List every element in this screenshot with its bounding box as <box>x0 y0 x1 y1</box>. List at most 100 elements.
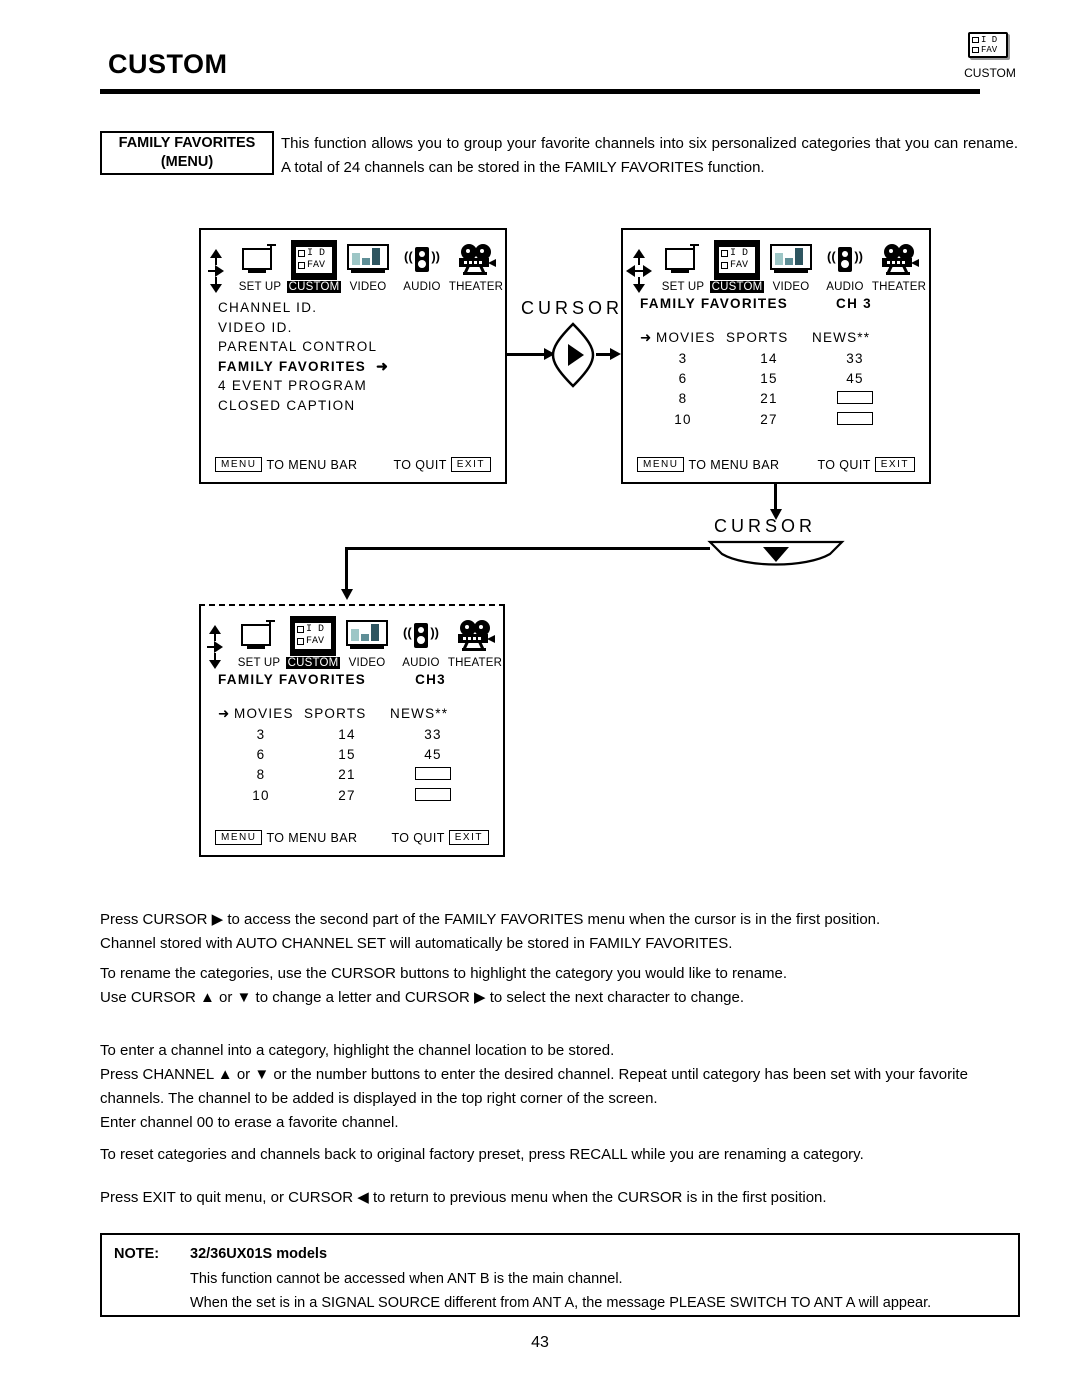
cursor-down-label: CURSOR <box>714 516 817 536</box>
menubar-item-setup[interactable]: SET UP <box>232 616 286 669</box>
menu-icon-bar: SET UP I D FAV CUSTOM VIDEO (()) AUDIO T… <box>201 616 503 669</box>
cell-news-4[interactable] <box>390 788 476 804</box>
tv-antenna-icon <box>239 620 279 652</box>
screen2-footer: MENU TO MENU BAR TO QUIT EXIT <box>637 457 915 472</box>
menubar-item-custom[interactable]: I D FAV CUSTOM <box>709 240 765 293</box>
menubar-item-audio[interactable]: (()) AUDIO <box>818 240 872 293</box>
menu-row-channel-id[interactable]: CHANNEL ID. <box>218 298 389 318</box>
custom-menu-list: CHANNEL ID. VIDEO ID. PARENTAL CONTROL F… <box>218 298 389 416</box>
p2-line1: To rename the categories, use the CURSOR… <box>100 965 788 982</box>
column-header-sports[interactable]: SPORTS <box>304 706 390 722</box>
cursor-arrow-icon: ➜ <box>640 330 653 345</box>
cell-sports-3[interactable]: 21 <box>726 391 812 407</box>
menubar-item-setup[interactable]: SET UP <box>233 240 287 293</box>
menubar-label-audio: AUDIO <box>403 281 441 293</box>
nav-arrows-up-right-down <box>202 625 228 669</box>
menubar-item-audio[interactable]: (()) AUDIO <box>395 240 449 293</box>
cell-sports-1[interactable]: 14 <box>304 727 390 742</box>
menubar-label-custom: CUSTOM <box>709 281 765 293</box>
cell-sports-3[interactable]: 21 <box>304 767 390 783</box>
empty-channel-slot[interactable] <box>415 767 451 780</box>
menubar-item-theater[interactable]: THEATER <box>449 240 503 293</box>
video-bars-icon <box>347 244 389 276</box>
screen3-channel: CH3 <box>415 672 446 687</box>
empty-channel-slot[interactable] <box>415 788 451 801</box>
cell-sports-2[interactable]: 15 <box>726 371 812 386</box>
cell-news-3[interactable] <box>812 391 898 407</box>
menu-row-4-event-program[interactable]: 4 EVENT PROGRAM <box>218 376 389 396</box>
cell-news-1[interactable]: 33 <box>812 351 898 366</box>
title-divider <box>100 89 980 94</box>
column-header-sports[interactable]: SPORTS <box>726 330 812 346</box>
cell-sports-4[interactable]: 27 <box>304 788 390 804</box>
nav-arrows-four-way <box>626 249 652 293</box>
page-number: 43 <box>531 1334 549 1351</box>
menu-key-button[interactable]: MENU <box>215 830 263 845</box>
menu-row-parental-control[interactable]: PARENTAL CONTROL <box>218 337 389 357</box>
menubar-item-custom[interactable]: I D FAV CUSTOM <box>286 240 342 293</box>
menu-key-button[interactable]: MENU <box>637 457 685 472</box>
film-projector-icon <box>455 244 497 276</box>
menubar-label-setup: SET UP <box>238 281 282 293</box>
column-header-movies[interactable]: ➜ MOVIES <box>218 706 304 722</box>
empty-channel-slot[interactable] <box>837 412 873 425</box>
cell-movies-2[interactable]: 6 <box>218 747 304 762</box>
video-bars-icon <box>346 620 388 652</box>
cell-news-1[interactable]: 33 <box>390 727 476 742</box>
paragraph-5: Press EXIT to quit menu, or CURSOR ◀ to … <box>100 1186 1020 1210</box>
empty-channel-slot[interactable] <box>837 391 873 404</box>
menubar-item-audio[interactable]: (()) AUDIO <box>394 616 448 669</box>
p4-line1: To reset categories and channels back to… <box>100 1146 864 1163</box>
menubar-item-setup[interactable]: SET UP <box>656 240 710 293</box>
menubar-item-custom[interactable]: I D FAV CUSTOM <box>285 616 341 669</box>
menubar-label-setup: SET UP <box>237 657 281 669</box>
cell-sports-4[interactable]: 27 <box>726 412 812 428</box>
note-line1: This function cannot be accessed when AN… <box>190 1271 623 1287</box>
cell-movies-1[interactable]: 3 <box>640 351 726 366</box>
cell-sports-2[interactable]: 15 <box>304 747 390 762</box>
flow-line-1 <box>507 353 545 356</box>
menubar-item-video[interactable]: VIDEO <box>340 616 394 669</box>
id-square-icon <box>972 37 979 44</box>
cell-news-2[interactable]: 45 <box>812 371 898 386</box>
column-header-news[interactable]: NEWS** <box>390 706 476 722</box>
table-row: 8 21 <box>640 391 922 407</box>
screen2-title-row: FAMILY FAVORITES CH 3 <box>640 296 912 311</box>
cell-movies-3[interactable]: 8 <box>640 391 726 407</box>
exit-key-button[interactable]: EXIT <box>874 457 915 472</box>
tv-antenna-icon <box>663 244 703 276</box>
cell-movies-4[interactable]: 10 <box>640 412 726 428</box>
screen1-footer: MENU TO MENU BAR TO QUIT EXIT <box>215 457 491 472</box>
cell-news-3[interactable] <box>390 767 476 783</box>
menubar-item-theater[interactable]: THEATER <box>448 616 502 669</box>
menubar-label-audio: AUDIO <box>826 281 864 293</box>
menu-row-video-id[interactable]: VIDEO ID. <box>218 318 389 338</box>
exit-key-button[interactable]: EXIT <box>448 830 489 845</box>
cell-news-2[interactable]: 45 <box>390 747 476 762</box>
menu-row-family-favorites[interactable]: FAMILY FAVORITES ➜ <box>218 357 389 377</box>
tv-antenna-icon <box>240 244 280 276</box>
menubar-item-theater[interactable]: THEATER <box>872 240 926 293</box>
menubar-item-video[interactable]: VIDEO <box>764 240 818 293</box>
table-row: 10 27 <box>218 788 496 804</box>
quit-text: TO QUIT <box>817 457 871 472</box>
menu-key-button[interactable]: MENU <box>215 457 263 472</box>
cursor-right-label: CURSOR <box>521 298 624 318</box>
menubar-label-theater: THEATER <box>447 657 503 669</box>
tv-screen-family-favorites-bottom: SET UP I D FAV CUSTOM VIDEO (()) AUDIO T… <box>199 604 505 857</box>
flow-line-5 <box>345 547 348 593</box>
menubar-label-audio: AUDIO <box>402 657 440 669</box>
cell-news-4[interactable] <box>812 412 898 428</box>
cell-movies-1[interactable]: 3 <box>218 727 304 742</box>
cell-movies-2[interactable]: 6 <box>640 371 726 386</box>
column-header-movies[interactable]: ➜ MOVIES <box>640 330 726 346</box>
cell-movies-3[interactable]: 8 <box>218 767 304 783</box>
menubar-item-video[interactable]: VIDEO <box>341 240 395 293</box>
menu-row-closed-caption[interactable]: CLOSED CAPTION <box>218 396 389 416</box>
column-header-news[interactable]: NEWS** <box>812 330 898 346</box>
paragraph-2: To rename the categories, use the CURSOR… <box>100 962 1020 1010</box>
cell-sports-1[interactable]: 14 <box>726 351 812 366</box>
cell-movies-4[interactable]: 10 <box>218 788 304 804</box>
screen2-channel: CH 3 <box>836 296 872 311</box>
exit-key-button[interactable]: EXIT <box>450 457 491 472</box>
